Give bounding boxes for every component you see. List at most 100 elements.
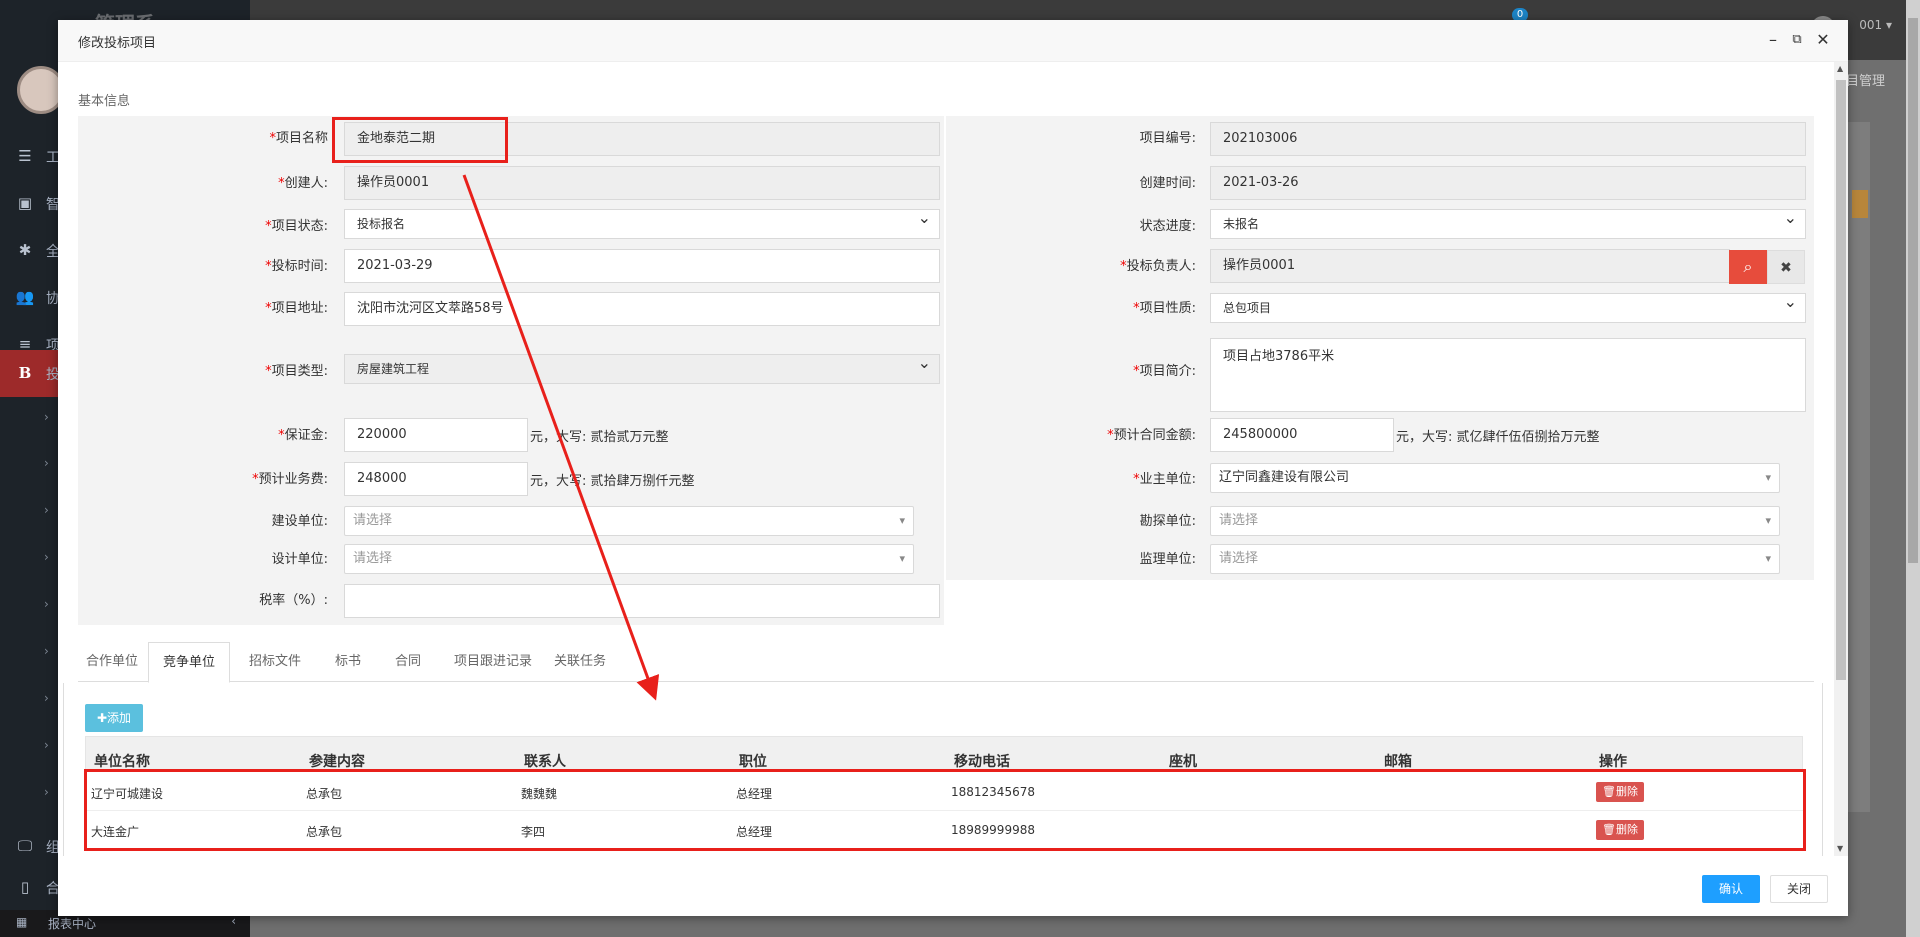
status-progress-label: 状态进度: <box>1139 219 1196 234</box>
column-header: 移动电话 <box>954 754 1010 770</box>
page-tab[interactable]: 目管理 <box>1846 70 1885 89</box>
owner-unit-select[interactable]: 辽宁同鑫建设有限公司 <box>1210 463 1780 493</box>
column-header: 联系人 <box>524 754 566 770</box>
address-input[interactable]: 沈阳市沈河区文萃路58号 <box>344 292 940 326</box>
created-time-field[interactable]: 2021-03-26 <box>1210 166 1806 200</box>
creator-label: *创建人: <box>278 176 328 191</box>
list-icon: ☰ <box>18 147 32 165</box>
survey-unit-select[interactable]: 请选择 <box>1210 506 1780 536</box>
column-header: 参建内容 <box>309 754 365 770</box>
dialog-footer <box>58 858 1834 908</box>
monitor-icon: 🖵 <box>17 837 33 855</box>
chevron-right-icon[interactable]: › <box>44 785 54 799</box>
tax-rate-label: 税率（%）: <box>259 593 328 608</box>
chevron-right-icon[interactable]: › <box>44 597 54 611</box>
competitor-table-header: 单位名称 参建内容 联系人 职位 移动电话 座机 邮箱 操作 <box>85 736 1803 770</box>
tab-contract[interactable]: 合同 <box>387 642 429 682</box>
confirm-button[interactable]: 确认 <box>1702 875 1760 903</box>
chevron-right-icon[interactable]: › <box>44 550 54 564</box>
project-brief-label: *项目简介: <box>1133 364 1196 379</box>
user-menu[interactable]: 001 ▾ <box>1859 18 1892 32</box>
build-unit-select[interactable]: 请选择 <box>344 506 914 536</box>
contract-amount-label: *预计合同金额: <box>1107 428 1196 443</box>
file-icon: ▯ <box>20 878 30 896</box>
chevron-left-icon: ‹ <box>231 914 236 928</box>
chevron-right-icon[interactable]: › <box>44 456 54 470</box>
project-no-label: 项目编号: <box>1139 131 1196 146</box>
service-fee-label: *预计业务费: <box>252 472 328 487</box>
project-brief-textarea[interactable]: 项目占地3786平米 <box>1210 338 1806 412</box>
bid-time-label: *投标时间: <box>265 259 328 274</box>
bid-time-input[interactable]: 2021-03-29 <box>344 249 940 283</box>
scroll-down-icon[interactable]: ▼ <box>1837 844 1843 853</box>
background-button[interactable] <box>1852 190 1868 218</box>
survey-unit-label: 勘探单位: <box>1139 514 1196 529</box>
bold-b-icon: B <box>18 364 32 382</box>
project-type-label: *项目类型: <box>265 364 328 379</box>
minimize-icon[interactable]: – <box>1764 30 1782 49</box>
table-icon: ▦ <box>16 915 28 929</box>
close-icon[interactable]: ✕ <box>1814 30 1832 49</box>
project-status-label: *项目状态: <box>265 219 328 234</box>
tab-tender-files[interactable]: 招标文件 <box>241 642 309 682</box>
creator-field[interactable]: 操作员0001 <box>344 166 940 200</box>
chevron-right-icon[interactable]: › <box>44 691 54 705</box>
page-scrollbar[interactable] <box>1906 0 1920 937</box>
grid-icon: ▣ <box>17 194 33 212</box>
column-header: 座机 <box>1169 754 1197 770</box>
design-unit-select[interactable]: 请选择 <box>344 544 914 574</box>
status-progress-select[interactable]: 未报名 <box>1210 209 1806 239</box>
project-type-select[interactable]: 房屋建筑工程 <box>344 354 940 384</box>
bid-owner-label: *投标负责人: <box>1120 259 1196 274</box>
search-icon[interactable]: ⌕ <box>1729 250 1767 284</box>
annotation-highlight-box <box>84 769 1806 851</box>
close-button[interactable]: 关闭 <box>1770 875 1828 903</box>
address-label: *项目地址: <box>265 301 328 316</box>
add-competitor-button[interactable]: ✚添加 <box>85 704 143 732</box>
tab-competitor-units[interactable]: 竞争单位 <box>148 642 231 683</box>
chevron-right-icon[interactable]: › <box>44 410 54 424</box>
dialog-header: 修改投标项目 – ⧉ ✕ <box>58 20 1848 62</box>
deposit-label: *保证金: <box>278 428 328 443</box>
tab-bid-document[interactable]: 标书 <box>327 642 369 682</box>
deposit-input[interactable]: 220000 <box>344 418 528 452</box>
dialog-scrollbar[interactable]: ▲ ▼ <box>1834 62 1848 856</box>
clear-icon[interactable]: ✖ <box>1767 250 1805 284</box>
detail-tabs: 合作单位 竞争单位 招标文件 标书 合同 项目跟进记录 关联任务 <box>78 642 1814 683</box>
contract-amount-input[interactable]: 245800000 <box>1210 418 1394 452</box>
contract-amount-in-words: 元，大写: 贰亿肆仟伍佰捌拾万元整 <box>1396 430 1600 445</box>
dialog-title: 修改投标项目 <box>78 36 157 51</box>
tab-follow-up-records[interactable]: 项目跟进记录 <box>446 642 540 682</box>
tax-rate-input[interactable] <box>344 584 940 618</box>
service-fee-input[interactable]: 248000 <box>344 462 528 496</box>
column-header: 职位 <box>739 754 767 770</box>
asterisk-icon: ✱ <box>18 241 32 259</box>
scroll-up-icon[interactable]: ▲ <box>1837 64 1843 73</box>
project-no-field[interactable]: 202103006 <box>1210 122 1806 156</box>
project-nature-select[interactable]: 总包项目 <box>1210 293 1806 323</box>
project-name-label: *项目名称 <box>269 131 328 146</box>
tab-related-tasks[interactable]: 关联任务 <box>546 642 614 682</box>
project-nature-label: *项目性质: <box>1133 301 1196 316</box>
build-unit-label: 建设单位: <box>271 514 328 529</box>
bid-owner-field[interactable]: 操作员0001 <box>1210 249 1730 283</box>
column-header: 操作 <box>1599 754 1627 770</box>
column-header: 邮箱 <box>1384 754 1412 770</box>
maximize-icon[interactable]: ⧉ <box>1788 32 1806 47</box>
supervise-unit-select[interactable]: 请选择 <box>1210 544 1780 574</box>
chevron-right-icon[interactable]: › <box>44 738 54 752</box>
tab-partner-units[interactable]: 合作单位 <box>78 642 146 682</box>
chevron-right-icon[interactable]: › <box>44 503 54 517</box>
service-fee-amount-in-words: 元，大写: 贰拾肆万捌仟元整 <box>530 474 695 489</box>
column-header: 单位名称 <box>94 754 150 770</box>
design-unit-label: 设计单位: <box>271 552 328 567</box>
section-title: 基本信息 <box>78 94 131 109</box>
annotation-highlight-box <box>332 117 508 163</box>
users-icon: 👥 <box>15 288 35 306</box>
deposit-amount-in-words: 元，大写: 贰拾贰万元整 <box>530 430 669 445</box>
project-status-select[interactable]: 投标报名 <box>344 209 940 239</box>
owner-unit-label: *业主单位: <box>1133 472 1196 487</box>
chevron-right-icon[interactable]: › <box>44 644 54 658</box>
supervise-unit-label: 监理单位: <box>1139 552 1196 567</box>
created-time-label: 创建时间: <box>1139 176 1196 191</box>
